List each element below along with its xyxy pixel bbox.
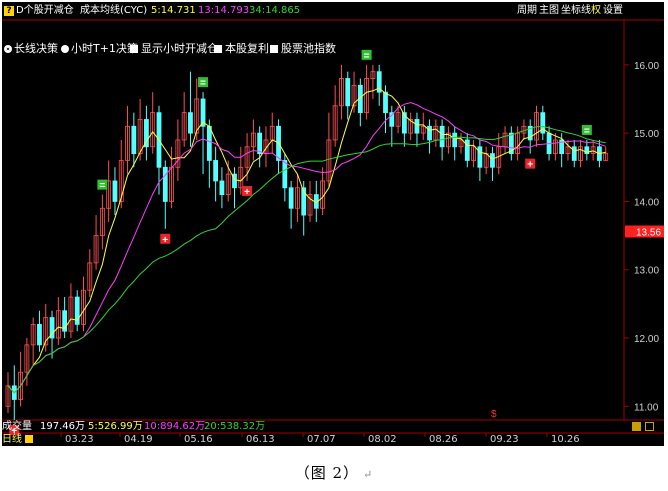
date-tick-label: 10.26 — [551, 434, 580, 445]
long-decision-radio[interactable]: 长线决策 — [4, 42, 58, 56]
radio-selected-icon — [4, 45, 12, 53]
period-label[interactable]: 日线 — [2, 433, 22, 446]
candle-body — [288, 187, 294, 209]
candle-body — [427, 125, 432, 141]
radio-icon — [61, 45, 69, 53]
date-tick-label: 04.19 — [124, 434, 153, 445]
candle-body — [219, 180, 225, 196]
figure-caption: （图 2） ↵ — [0, 462, 668, 483]
volume-info-bar: 成交量 197.46万 5:526.99万 10:894.62万 20:538.… — [2, 421, 664, 433]
price-tick-label: 16.00 — [634, 61, 659, 72]
pool-index-checkbox[interactable]: 股票池指数 — [270, 42, 336, 56]
stock-chart-window: 16.00 15.00 14.00 13.00 12.00 11.00 13.56 + + + + =… — [2, 2, 664, 446]
return-icon: ↵ — [363, 468, 374, 481]
sell-signal-label: = — [584, 126, 590, 137]
candle-body — [414, 119, 420, 134]
date-tick-label: 05.16 — [184, 434, 213, 445]
buy-signal-label: + — [162, 235, 168, 246]
current-price-label: 13.56 — [636, 227, 661, 238]
help-icon[interactable]: ? — [4, 6, 14, 16]
dollar-marker: $ — [491, 409, 497, 420]
menu-coordinate[interactable]: 坐标线 — [561, 2, 591, 20]
menu-rights[interactable]: 权 — [591, 2, 601, 20]
price-tick-label: 13.00 — [634, 266, 659, 277]
pool-index-label: 股票池指数 — [281, 42, 336, 55]
date-tick-label: 08.26 — [429, 434, 458, 445]
checkbox-icon — [214, 45, 222, 53]
date-tick-label: 03.23 — [65, 434, 94, 445]
candle-body — [144, 119, 149, 148]
volume-settings-icon[interactable] — [632, 422, 641, 431]
menu-period[interactable]: 周期 — [517, 2, 537, 20]
ma13-line — [7, 102, 606, 394]
show-hour-reduce-checkbox[interactable]: 显示小时开减仓 — [130, 42, 218, 56]
volume-ma5: 5:526.99万 — [88, 421, 143, 432]
candle-body — [162, 166, 168, 202]
app-title[interactable]: D个股开减仓 — [16, 2, 74, 20]
top-bar: ? D个股开减仓 成本均线(CYC) 5:14.731 13:14.793 34… — [2, 2, 664, 20]
candle-body — [282, 160, 288, 189]
zoom-icon[interactable] — [645, 422, 654, 431]
sell-signal-label: = — [364, 51, 370, 62]
date-axis: 日线 03.23 04.19 05.16 06.13 07.07 08.02 08.26 09… — [2, 433, 664, 446]
candle-body — [452, 132, 458, 148]
warning-icon — [25, 435, 33, 443]
hour-decision-label: 小时T+1决策 — [71, 42, 138, 55]
date-tick-label: 06.13 — [246, 434, 275, 445]
buy-signal-label: + — [244, 187, 250, 198]
price-tick-label: 11.00 — [634, 402, 659, 413]
candle-body — [345, 78, 351, 107]
indicator-name[interactable]: 成本均线(CYC) — [80, 2, 147, 20]
date-tick-label: 09.23 — [490, 434, 519, 445]
candle-body — [188, 112, 193, 134]
candle-body — [383, 91, 388, 114]
show-hour-reduce-label: 显示小时开减仓 — [141, 42, 218, 55]
caption-text: （图 2） — [294, 464, 360, 482]
sell-signal-label: = — [200, 78, 206, 89]
volume-total: 197.46万 — [40, 421, 85, 432]
menu-settings[interactable]: 设置 — [603, 2, 623, 20]
candle-body — [131, 125, 137, 155]
price-tick-label: 14.00 — [634, 197, 659, 208]
price-tick-label: 12.00 — [634, 334, 659, 345]
hour-decision-radio[interactable]: 小时T+1决策 — [61, 42, 138, 56]
volume-ma20: 20:538.32万 — [204, 421, 266, 432]
ma34-line — [7, 125, 606, 394]
ma34-readout: 34:14.865 — [249, 5, 301, 16]
candle-body — [439, 125, 445, 148]
candle-body — [571, 146, 577, 161]
candle-body — [490, 153, 495, 168]
date-tick-label: 08.02 — [368, 434, 397, 445]
compound-profit-label: 本股复利 — [225, 42, 269, 55]
compound-profit-checkbox[interactable]: 本股复利 — [214, 42, 269, 56]
ma5-readout: 5:14.731 — [151, 5, 196, 16]
candle-body — [213, 160, 219, 182]
candle-body — [464, 139, 470, 161]
price-chart[interactable]: 16.0015.0014.0013.0012.0011.0013.56++++=… — [2, 2, 664, 446]
buy-signal-label: + — [527, 160, 533, 171]
volume-ma10: 10:894.62万 — [144, 421, 206, 432]
candle-body — [477, 146, 483, 168]
menu-main-chart[interactable]: 主图 — [539, 2, 559, 20]
sell-signal-label: = — [99, 181, 105, 192]
candle-body — [112, 180, 118, 202]
candle-body — [206, 125, 212, 161]
date-tick-label: 07.07 — [307, 434, 336, 445]
checkbox-icon — [130, 45, 138, 53]
long-decision-label: 长线决策 — [14, 42, 58, 55]
ma13-readout: 13:14.793 — [198, 5, 250, 16]
candle-body — [257, 132, 263, 155]
volume-label[interactable]: 成交量 — [2, 421, 32, 433]
checkbox-icon — [270, 45, 278, 53]
candle-body — [37, 323, 42, 346]
price-tick-label: 15.00 — [634, 129, 659, 140]
